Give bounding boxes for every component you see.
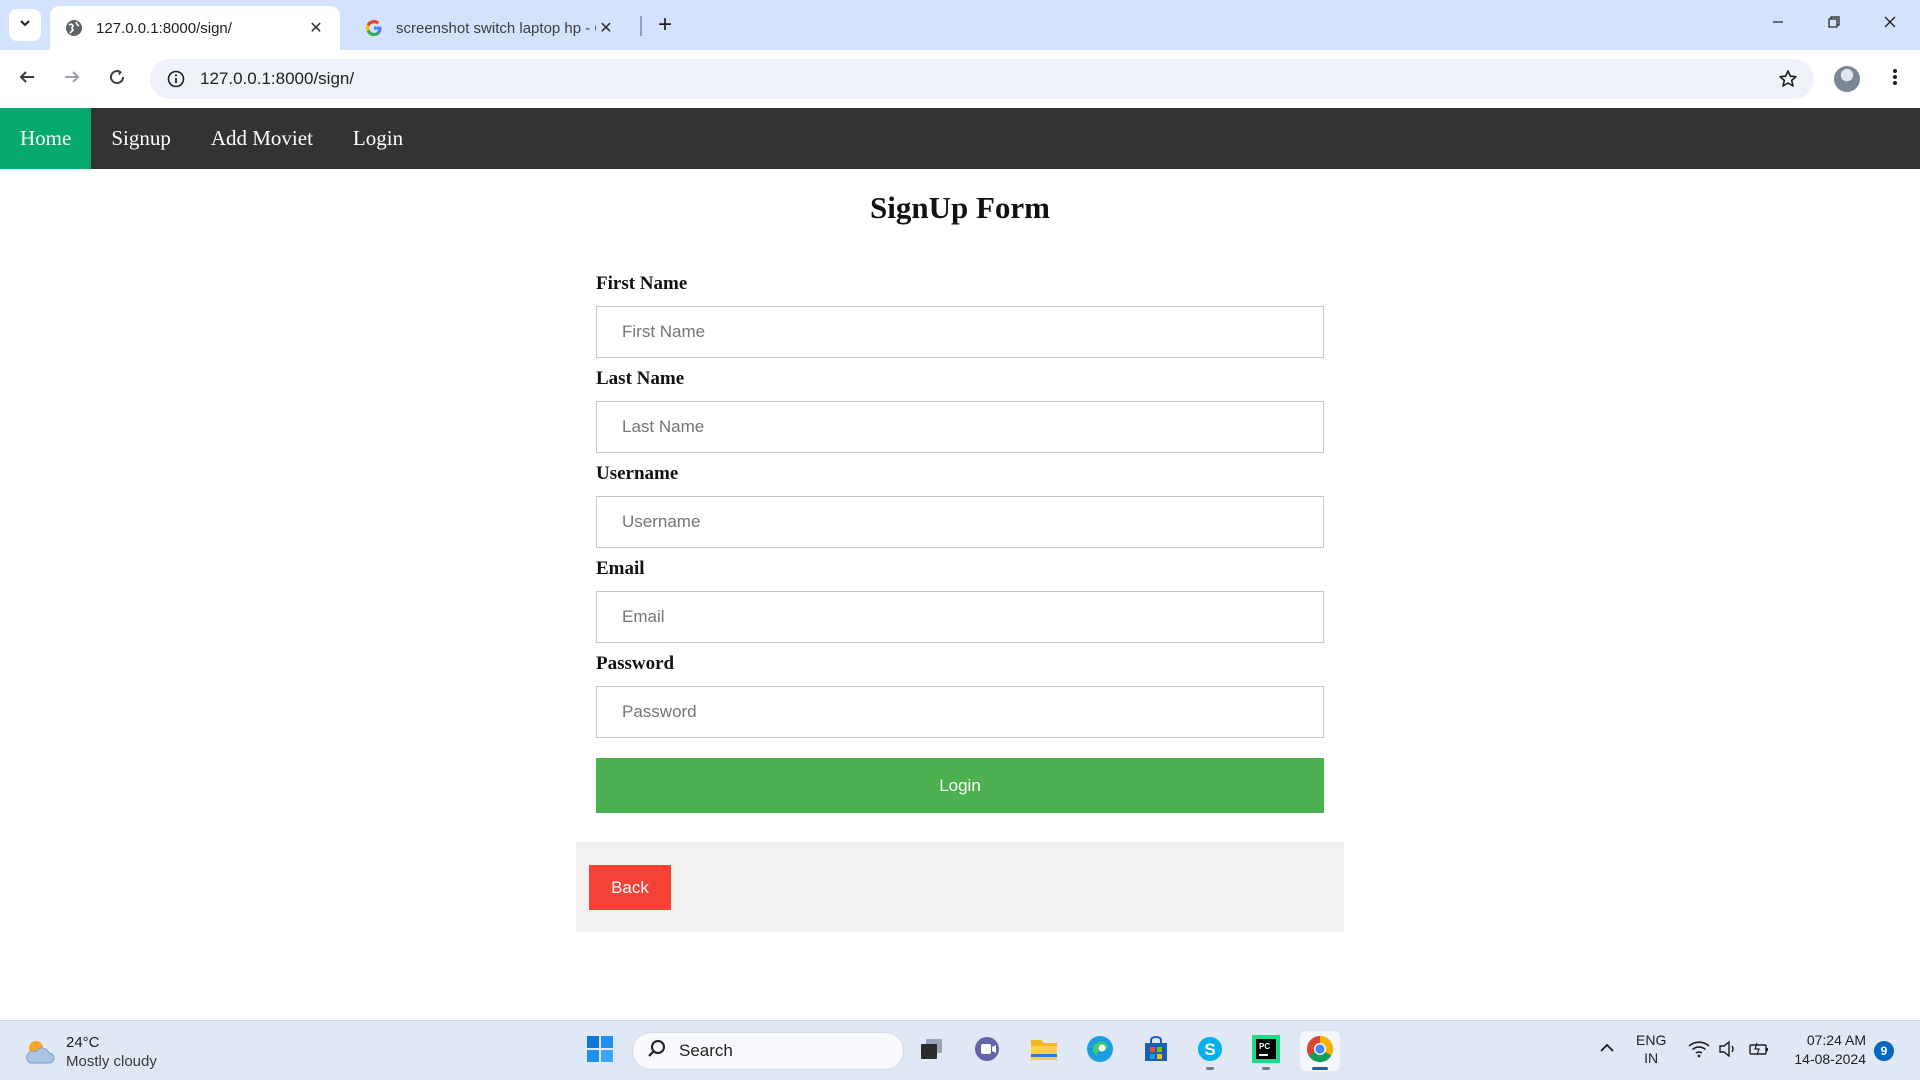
- email-input[interactable]: [596, 591, 1324, 643]
- new-tab-button[interactable]: +: [650, 10, 680, 40]
- skype-icon: S: [1196, 1035, 1224, 1068]
- info-icon[interactable]: [156, 59, 196, 99]
- back-nav-button[interactable]: [10, 62, 44, 96]
- chrome-button[interactable]: [1300, 1031, 1340, 1071]
- task-view-icon: [919, 1037, 945, 1066]
- chrome-icon: [1305, 1034, 1335, 1069]
- restore-button[interactable]: [1814, 8, 1854, 40]
- taskbar-search[interactable]: Search: [632, 1032, 904, 1070]
- arrow-left-icon: [18, 68, 36, 91]
- cloudy-weather-icon: [22, 1037, 56, 1067]
- nav-add-movie[interactable]: Add Moviet: [191, 108, 333, 169]
- browser-tab-strip: 127.0.0.1:8000/sign/ ✕ screenshot switch…: [0, 0, 1920, 50]
- arrow-right-icon: [63, 68, 81, 91]
- more-vert-icon: [1892, 68, 1898, 91]
- file-explorer-button[interactable]: [1024, 1031, 1064, 1071]
- pycharm-icon: PC: [1252, 1034, 1280, 1068]
- tab-title: screenshot switch laptop hp - G: [396, 19, 596, 37]
- file-explorer-icon: [1029, 1036, 1059, 1067]
- skype-button[interactable]: S: [1190, 1031, 1230, 1071]
- reload-button[interactable]: [100, 62, 134, 96]
- tab-active[interactable]: 127.0.0.1:8000/sign/ ✕: [50, 6, 340, 50]
- password-input[interactable]: [596, 686, 1324, 738]
- search-icon: [647, 1039, 667, 1064]
- back-panel: Back: [576, 842, 1344, 932]
- running-indicator: [1262, 1067, 1270, 1070]
- teams-button[interactable]: [968, 1031, 1008, 1071]
- system-clock[interactable]: 07:24 AM 14-08-2024: [1782, 1031, 1866, 1069]
- search-label: Search: [679, 1041, 733, 1060]
- back-button[interactable]: Back: [589, 865, 671, 910]
- start-button[interactable]: [580, 1031, 620, 1071]
- google-icon: [364, 18, 384, 38]
- windows-start-icon: [586, 1035, 614, 1068]
- svg-text:PC: PC: [1259, 1042, 1270, 1051]
- signup-form: First Name Last Name Username Email Pass…: [596, 272, 1324, 747]
- weather-widget[interactable]: 24°C Mostly cloudy: [22, 1033, 157, 1071]
- weather-temp: 24°C: [66, 1034, 100, 1051]
- close-icon: [1883, 15, 1897, 34]
- clock-time: 07:24 AM: [1806, 1032, 1866, 1048]
- url-text: 127.0.0.1:8000/sign/: [200, 69, 355, 88]
- address-bar[interactable]: 127.0.0.1:8000/sign/: [150, 59, 1814, 99]
- close-window-button[interactable]: [1870, 8, 1910, 40]
- teams-icon: [973, 1035, 1003, 1068]
- first-name-label: First Name: [596, 273, 688, 294]
- nav-login[interactable]: Login: [333, 108, 423, 169]
- wifi-icon[interactable]: [1688, 1040, 1710, 1062]
- username-input[interactable]: [596, 496, 1324, 548]
- edge-icon: [1085, 1034, 1115, 1069]
- username-label: Username: [596, 463, 679, 484]
- browser-toolbar: 127.0.0.1:8000/sign/: [0, 50, 1920, 108]
- close-tab-icon[interactable]: ✕: [306, 18, 326, 38]
- language-code: ENG: [1636, 1032, 1667, 1048]
- store-button[interactable]: [1136, 1031, 1176, 1071]
- store-icon: [1142, 1035, 1170, 1068]
- first-name-input[interactable]: [596, 306, 1324, 358]
- edge-button[interactable]: [1080, 1031, 1120, 1071]
- running-indicator: [1206, 1067, 1214, 1070]
- weather-condition: Mostly cloudy: [66, 1053, 157, 1070]
- form-title: SignUp Form: [870, 190, 1050, 225]
- site-navbar: Home Signup Add Moviet Login: [0, 108, 1920, 169]
- nav-signup[interactable]: Signup: [91, 108, 191, 169]
- pycharm-button[interactable]: PC: [1246, 1031, 1286, 1071]
- notification-badge[interactable]: 9: [1874, 1041, 1894, 1061]
- forward-nav-button[interactable]: [55, 62, 89, 96]
- tab-search-button[interactable]: [9, 9, 41, 41]
- chevron-up-icon: [1598, 1043, 1616, 1060]
- language-indicator[interactable]: ENG IN: [1636, 1031, 1666, 1067]
- tab-inactive[interactable]: screenshot switch laptop hp - G ✕: [350, 6, 630, 50]
- close-tab-icon[interactable]: ✕: [596, 18, 616, 38]
- show-hidden-icons-button[interactable]: [1598, 1039, 1616, 1061]
- volume-icon[interactable]: [1718, 1040, 1738, 1062]
- email-label: Email: [596, 558, 645, 579]
- minimize-icon: [1771, 15, 1785, 34]
- last-name-label: Last Name: [596, 368, 685, 389]
- minimize-button[interactable]: [1758, 8, 1798, 40]
- clock-date: 14-08-2024: [1794, 1051, 1866, 1067]
- profile-avatar[interactable]: [1834, 66, 1860, 92]
- taskbar: 24°C Mostly cloudy Search S PC ENG IN 07…: [0, 1020, 1920, 1080]
- battery-icon[interactable]: [1748, 1040, 1770, 1062]
- plus-icon: +: [657, 11, 672, 38]
- password-label: Password: [596, 653, 675, 674]
- active-indicator: [1312, 1067, 1328, 1070]
- bookmark-star-icon[interactable]: [1776, 67, 1800, 91]
- chevron-down-icon: [18, 16, 32, 35]
- region-code: IN: [1644, 1050, 1659, 1066]
- svg-text:S: S: [1204, 1040, 1215, 1059]
- tab-title: 127.0.0.1:8000/sign/: [96, 19, 232, 37]
- globe-icon: [64, 18, 84, 38]
- last-name-input[interactable]: [596, 401, 1324, 453]
- tab-separator: [640, 16, 642, 36]
- nav-home[interactable]: Home: [0, 108, 92, 169]
- task-view-button[interactable]: [912, 1031, 952, 1071]
- submit-button[interactable]: Login: [596, 758, 1324, 813]
- reload-icon: [108, 68, 126, 91]
- restore-icon: [1827, 15, 1841, 34]
- browser-menu-button[interactable]: [1878, 62, 1912, 96]
